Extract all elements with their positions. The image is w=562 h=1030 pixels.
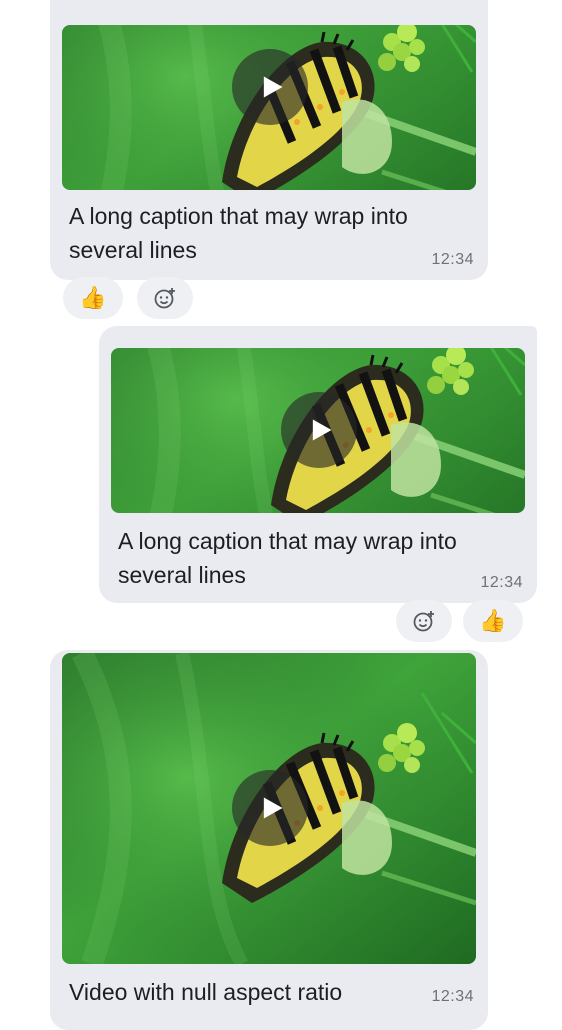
message-timestamp: 12:34: [431, 988, 474, 1005]
add-reaction-button[interactable]: [137, 277, 193, 319]
message-bubble[interactable]: A long caption that may wrap into severa…: [99, 326, 537, 603]
thumbs-up-icon: 👍: [479, 608, 507, 633]
message-bubble[interactable]: A long caption that may wrap into severa…: [50, 0, 488, 280]
thumbs-up-icon: 👍: [79, 285, 107, 310]
reaction-thumbs-up[interactable]: 👍: [63, 277, 123, 319]
video-thumbnail[interactable]: [111, 348, 525, 513]
play-button[interactable]: [281, 392, 357, 468]
message-caption: A long caption that may wrap into severa…: [118, 528, 457, 588]
play-icon: [263, 76, 283, 98]
message-bubble[interactable]: Video with null aspect ratio 12:34: [50, 650, 488, 1030]
add-reaction-icon: [413, 611, 434, 632]
message-timestamp: 12:34: [431, 251, 474, 268]
video-thumbnail[interactable]: [62, 653, 476, 964]
play-button[interactable]: [232, 770, 308, 846]
add-reaction-icon: [154, 288, 175, 309]
reaction-thumbs-up[interactable]: 👍: [463, 600, 523, 642]
add-reaction-button[interactable]: [396, 600, 452, 642]
message-timestamp: 12:34: [480, 574, 523, 591]
play-icon: [312, 419, 332, 441]
play-button[interactable]: [232, 49, 308, 125]
message-caption: Video with null aspect ratio: [69, 979, 343, 1005]
play-icon: [263, 797, 283, 819]
message-caption: A long caption that may wrap into severa…: [69, 203, 408, 263]
video-thumbnail[interactable]: [62, 25, 476, 190]
